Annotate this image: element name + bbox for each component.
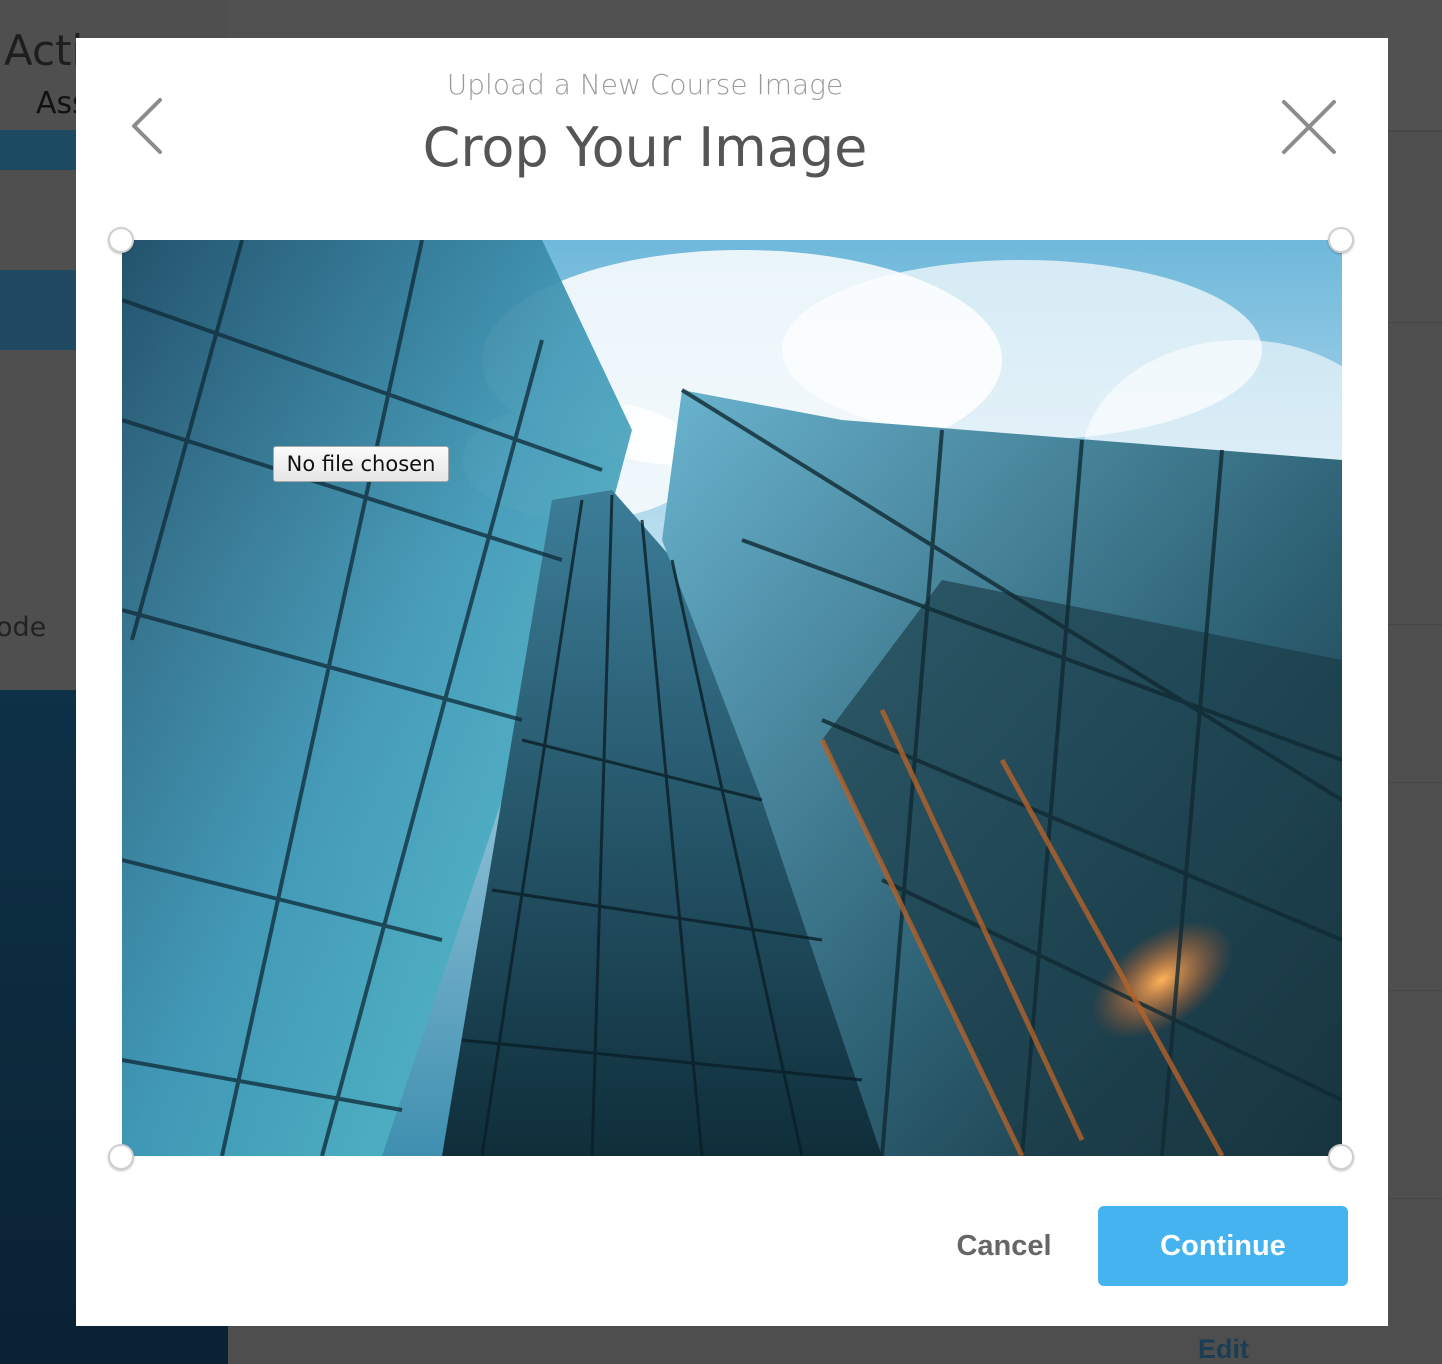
modal-title: Crop Your Image bbox=[422, 116, 868, 179]
chevron-left-icon bbox=[132, 98, 162, 154]
file-input[interactable]: No file chosen bbox=[273, 446, 449, 482]
crop-handle-top-left[interactable] bbox=[108, 227, 134, 253]
edit-link: Edit bbox=[1198, 1334, 1249, 1364]
crop-handle-bottom-right[interactable] bbox=[1328, 1144, 1354, 1170]
cancel-button[interactable]: Cancel bbox=[944, 1212, 1064, 1280]
close-button[interactable] bbox=[1276, 96, 1340, 160]
crop-handle-top-right[interactable] bbox=[1328, 227, 1354, 253]
continue-button[interactable]: Continue bbox=[1098, 1206, 1348, 1286]
back-button[interactable] bbox=[124, 94, 174, 158]
divider bbox=[1388, 624, 1442, 625]
modal-subtitle: Upload a New Course Image bbox=[446, 68, 844, 101]
divider bbox=[1388, 1198, 1442, 1199]
sidebar-item-label: ode bbox=[0, 612, 47, 643]
course-image-preview bbox=[122, 240, 1342, 1156]
close-icon bbox=[1282, 100, 1336, 154]
crop-area[interactable] bbox=[122, 240, 1342, 1156]
crop-handle-bottom-left[interactable] bbox=[108, 1144, 134, 1170]
divider bbox=[1388, 322, 1442, 323]
divider bbox=[1388, 990, 1442, 991]
divider bbox=[1388, 782, 1442, 783]
